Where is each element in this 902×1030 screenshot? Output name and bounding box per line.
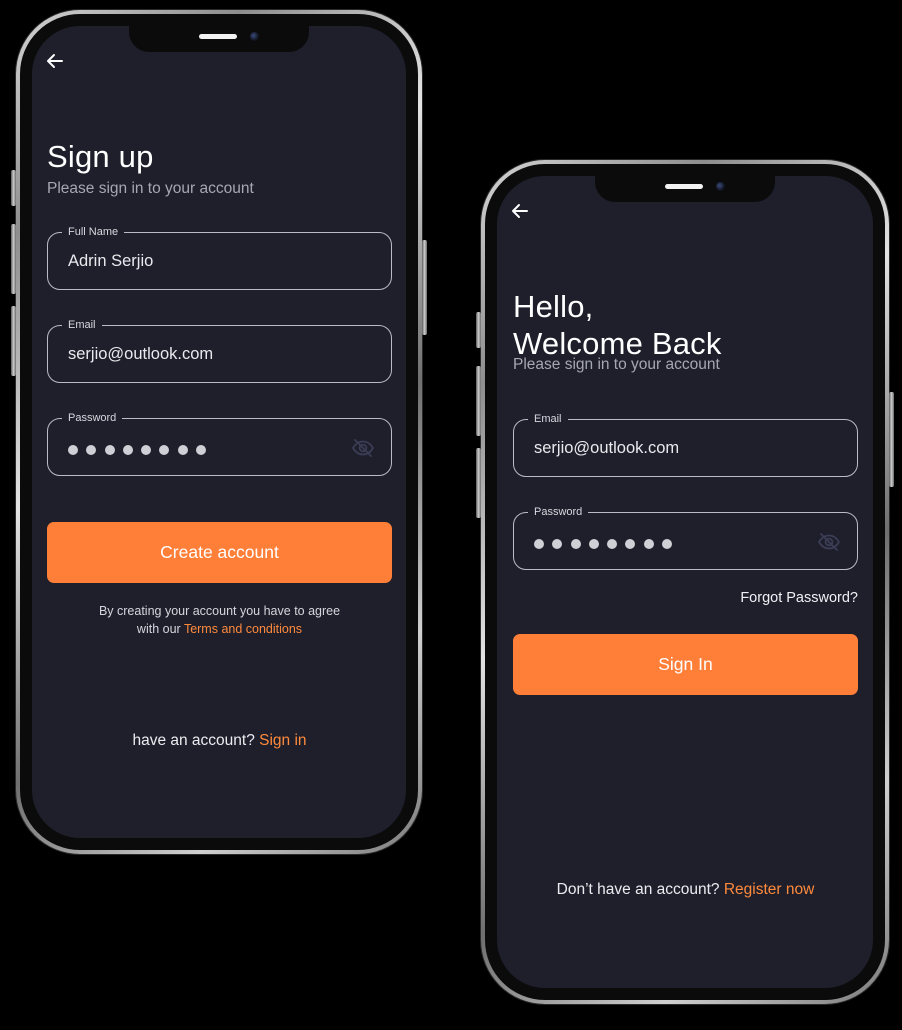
register-prompt: Don’t have an account? Register now xyxy=(513,881,858,899)
phone-side-button xyxy=(889,392,894,487)
sign-in-button[interactable]: Sign In xyxy=(513,634,858,695)
password-dot xyxy=(588,539,599,549)
email-label: Email xyxy=(528,412,568,426)
phone-notch xyxy=(129,26,309,52)
page-title-line-1: Hello, xyxy=(513,289,594,324)
email-field[interactable]: Email serjio@outlook.com xyxy=(47,318,392,383)
front-camera xyxy=(250,32,259,41)
eye-off-icon xyxy=(351,439,375,457)
signin-screen: Hello, Welcome Back Please sign in to yo… xyxy=(497,176,873,988)
password-label: Password xyxy=(528,505,589,519)
password-dot xyxy=(196,445,207,455)
phone-signup: Sign up Please sign in to your account F… xyxy=(11,10,427,854)
terms-prefix: with our xyxy=(136,622,184,636)
password-dot xyxy=(552,539,563,549)
password-dot xyxy=(159,445,170,455)
email-field[interactable]: Email serjio@outlook.com xyxy=(513,412,858,477)
toggle-visibility-button[interactable] xyxy=(817,530,841,554)
password-dot xyxy=(643,539,654,549)
terms-link[interactable]: Terms and conditions xyxy=(184,622,302,636)
full-name-field[interactable]: Full Name Adrin Serjio xyxy=(47,225,392,290)
page-title: Hello, Welcome Back xyxy=(513,288,722,362)
front-camera xyxy=(716,182,725,191)
page-title: Sign up xyxy=(47,139,154,174)
password-masked-value xyxy=(68,445,207,455)
terms-line: By creating your account you have to agr… xyxy=(98,604,341,618)
full-name-label: Full Name xyxy=(62,225,125,239)
password-dot xyxy=(607,539,618,549)
create-account-button[interactable]: Create account xyxy=(47,522,392,583)
email-label: Email xyxy=(62,318,102,332)
toggle-visibility-button[interactable] xyxy=(351,436,375,460)
signin-link[interactable]: Sign in xyxy=(259,732,306,749)
page-subtitle: Please sign in to your account xyxy=(513,356,720,373)
phone-side-button xyxy=(11,170,16,206)
password-field[interactable]: Password xyxy=(513,505,858,570)
password-dot xyxy=(68,445,78,455)
signup-screen: Sign up Please sign in to your account F… xyxy=(32,26,406,838)
page-subtitle: Please sign in to your account xyxy=(47,180,254,197)
phone-signin: Hello, Welcome Back Please sign in to yo… xyxy=(476,160,894,1004)
eye-off-icon xyxy=(817,533,841,551)
password-dot xyxy=(177,445,188,455)
arrow-left-icon xyxy=(512,204,528,218)
phone-side-button xyxy=(11,224,16,294)
phone-side-button xyxy=(11,306,16,376)
phone-side-button xyxy=(476,312,481,348)
back-button[interactable] xyxy=(509,200,531,222)
password-dot xyxy=(122,445,133,455)
speaker-grille xyxy=(199,34,237,39)
terms-line: with our Terms and conditions xyxy=(47,620,392,638)
password-dot xyxy=(86,445,97,455)
phone-side-button xyxy=(476,366,481,436)
phone-side-button xyxy=(476,448,481,518)
speaker-grille xyxy=(665,184,703,189)
password-dot xyxy=(625,539,636,549)
signin-prompt-text: have an account? xyxy=(132,732,260,749)
password-field[interactable]: Password xyxy=(47,411,392,476)
password-dot xyxy=(141,445,152,455)
email-value: serjio@outlook.com xyxy=(68,345,214,363)
signin-prompt: have an account? Sign in xyxy=(47,732,392,750)
register-prompt-text: Don’t have an account? xyxy=(556,881,724,898)
password-masked-value xyxy=(534,539,673,549)
password-dot xyxy=(570,539,581,549)
full-name-value: Adrin Serjio xyxy=(68,252,154,270)
phone-side-button xyxy=(422,240,427,335)
password-label: Password xyxy=(62,411,123,425)
phone-notch xyxy=(595,176,775,202)
arrow-left-icon xyxy=(47,54,63,68)
email-value: serjio@outlook.com xyxy=(534,439,680,457)
back-button[interactable] xyxy=(44,50,66,72)
forgot-password-link[interactable]: Forgot Password? xyxy=(513,590,858,606)
register-link[interactable]: Register now xyxy=(724,881,814,898)
terms-text: By creating your account you have to agr… xyxy=(47,602,392,638)
mockup-stage: Sign up Please sign in to your account F… xyxy=(0,0,902,1030)
password-dot xyxy=(534,539,544,549)
password-dot xyxy=(104,445,115,455)
password-dot xyxy=(662,539,673,549)
